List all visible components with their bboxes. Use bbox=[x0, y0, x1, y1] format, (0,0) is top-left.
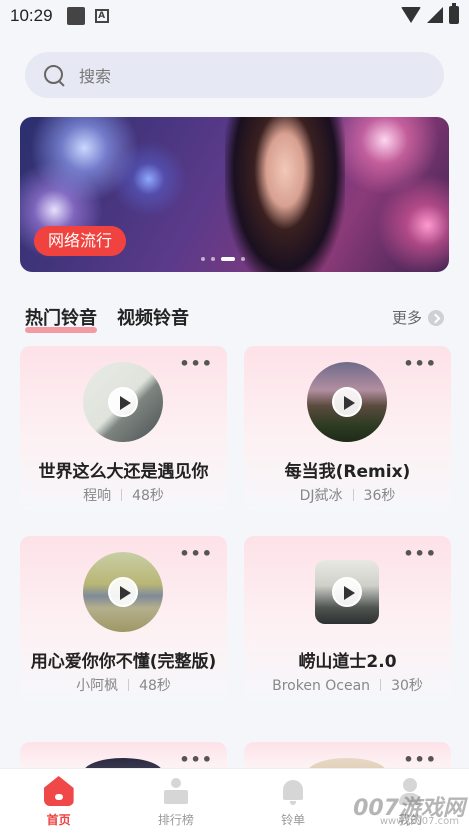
song-artist: 小阿枫 bbox=[76, 678, 119, 694]
nav-ringtone-list[interactable]: 铃单 bbox=[253, 776, 333, 828]
nav-label: 首页 bbox=[46, 813, 71, 827]
divider bbox=[128, 679, 130, 691]
more-options-icon[interactable]: ••• bbox=[403, 354, 437, 373]
ringtone-card[interactable]: ••• 用心爱你你不懂(完整版) 小阿枫 48秒 bbox=[20, 536, 227, 701]
play-icon[interactable] bbox=[108, 387, 138, 417]
song-cover bbox=[307, 362, 387, 442]
song-meta: 小阿枫 48秒 bbox=[20, 675, 227, 695]
song-duration: 48秒 bbox=[139, 678, 171, 694]
banner-dot bbox=[211, 257, 215, 261]
banner[interactable]: 网络流行 bbox=[20, 117, 449, 272]
more-options-icon[interactable]: ••• bbox=[179, 544, 213, 563]
ringtone-card[interactable]: ••• 世界这么大还是遇见你 程响 48秒 bbox=[20, 346, 227, 511]
wifi-icon bbox=[401, 7, 421, 23]
signal-icon bbox=[427, 7, 443, 23]
song-title: 用心爱你你不懂(完整版) bbox=[30, 652, 217, 672]
song-title: 每当我(Remix) bbox=[284, 462, 411, 482]
banner-tag[interactable]: 网络流行 bbox=[34, 226, 127, 256]
song-duration: 48秒 bbox=[132, 488, 164, 504]
home-icon bbox=[43, 776, 74, 806]
banner-singer-image bbox=[225, 117, 345, 272]
more-options-icon[interactable]: ••• bbox=[403, 544, 437, 563]
ringtone-card[interactable]: ••• 崂山道士2.0 Broken Ocean 30秒 bbox=[244, 536, 451, 701]
notification-a-icon: A bbox=[94, 9, 109, 23]
banner-pagination bbox=[201, 257, 245, 261]
play-icon[interactable] bbox=[332, 577, 362, 607]
more-options-icon[interactable]: ••• bbox=[179, 354, 213, 373]
more-options-icon[interactable]: ••• bbox=[403, 750, 437, 769]
nav-label: 排行榜 bbox=[157, 813, 194, 827]
search-bar[interactable]: 搜索 bbox=[25, 52, 444, 98]
category-tabs: 热门铃音 视频铃音 bbox=[25, 304, 189, 333]
song-cover bbox=[83, 362, 163, 442]
chevron-right-icon bbox=[428, 309, 444, 326]
bell-icon bbox=[278, 776, 308, 806]
search-placeholder: 搜索 bbox=[79, 67, 112, 86]
rank-icon bbox=[161, 776, 191, 806]
more-options-icon[interactable]: ••• bbox=[179, 750, 213, 769]
song-cover bbox=[315, 560, 379, 624]
tab-hot-ringtones[interactable]: 热门铃音 bbox=[25, 304, 97, 333]
song-meta: DJ弑冰 36秒 bbox=[244, 485, 451, 505]
divider bbox=[352, 489, 354, 501]
status-indicators bbox=[401, 3, 459, 24]
song-artist: 程响 bbox=[83, 488, 112, 504]
divider bbox=[121, 489, 123, 501]
song-meta: Broken Ocean 30秒 bbox=[244, 675, 451, 695]
more-link[interactable]: 更多 bbox=[392, 307, 444, 328]
song-cover bbox=[83, 552, 163, 632]
nav-rankings[interactable]: 排行榜 bbox=[136, 776, 216, 828]
search-icon bbox=[43, 64, 65, 86]
song-artist: Broken Ocean bbox=[272, 678, 371, 694]
song-title: 崂山道士2.0 bbox=[298, 652, 397, 672]
status-bar: 10:29 A bbox=[0, 0, 469, 32]
banner-dot bbox=[201, 257, 205, 261]
tab-video-ringtones[interactable]: 视频铃音 bbox=[117, 304, 189, 330]
play-icon[interactable] bbox=[108, 577, 138, 607]
song-duration: 36秒 bbox=[363, 488, 396, 504]
more-label: 更多 bbox=[391, 309, 422, 327]
banner-dot-active bbox=[221, 257, 235, 261]
nav-label: 铃单 bbox=[281, 813, 306, 827]
ringtone-card[interactable]: ••• 每当我(Remix) DJ弑冰 36秒 bbox=[244, 346, 451, 511]
notification-square-icon bbox=[66, 7, 85, 25]
banner-dot bbox=[241, 257, 245, 261]
status-time: 10:29 bbox=[10, 6, 53, 25]
song-meta: 程响 48秒 bbox=[20, 485, 227, 505]
battery-icon bbox=[449, 3, 459, 24]
divider bbox=[380, 679, 382, 691]
watermark-url: www.jx007.com bbox=[379, 816, 459, 827]
play-icon[interactable] bbox=[332, 387, 362, 417]
nav-home[interactable]: 首页 bbox=[19, 776, 99, 828]
song-title: 世界这么大还是遇见你 bbox=[38, 462, 209, 482]
song-artist: DJ弑冰 bbox=[299, 488, 343, 504]
song-duration: 30秒 bbox=[391, 678, 423, 694]
